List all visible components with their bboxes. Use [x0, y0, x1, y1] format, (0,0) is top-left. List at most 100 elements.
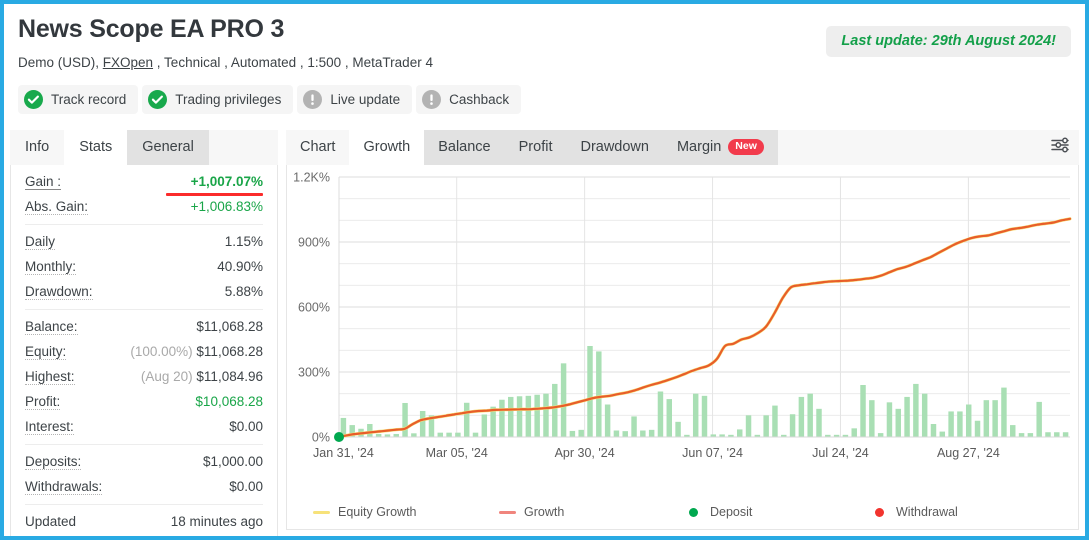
stat-row-abs-gain: Abs. Gain: +1,006.83% [25, 194, 263, 219]
legend-swatch-dot [875, 507, 884, 517]
stat-label: Drawdown: [25, 284, 93, 300]
tab-general[interactable]: General [127, 130, 209, 165]
stat-value: $0.00 [229, 479, 263, 494]
tab-info[interactable]: Info [10, 130, 64, 165]
account-details-text: , Technical , Automated , 1:500 , MetaTr… [153, 55, 433, 70]
check-circle-icon [24, 90, 43, 109]
tab-margin[interactable]: Margin New [662, 130, 778, 165]
verification-badges: Track record Trading privileges Live upd… [18, 85, 1071, 114]
stat-row-gain: Gain : +1,007.07% [25, 169, 263, 196]
stat-row-equity: Equity: (100.00%) $11,068.28 [25, 339, 263, 364]
stat-row-profit: Profit: $10,068.28 [25, 389, 263, 414]
badge-live-update[interactable]: Live update [297, 85, 413, 114]
stat-row-interest: Interest: $0.00 [25, 414, 263, 439]
tab-drawdown[interactable]: Drawdown [566, 130, 663, 165]
stat-label: Equity: [25, 344, 67, 360]
stats-panel: Info Stats General Gain : +1,007.07% Abs… [10, 130, 278, 536]
svg-text:900%: 900% [298, 236, 330, 250]
badge-label: Trading privileges [175, 92, 282, 107]
badge-trading-privileges[interactable]: Trading privileges [142, 85, 294, 114]
stat-label: Withdrawals: [25, 479, 103, 495]
stat-value: $11,068.28 [196, 319, 263, 334]
stats-tabstrip: Info Stats General [10, 130, 278, 165]
growth-chart-container: 0% 300% 600% 900% 1.2K% Jan 31, '24 Mar 05, '2… [286, 165, 1079, 530]
stat-value: $10,068.28 [195, 394, 263, 409]
chart-settings-button[interactable] [1047, 135, 1073, 161]
new-badge: New [728, 139, 764, 155]
divider [25, 444, 263, 445]
stat-value: (100.00%) $11,068.28 [130, 344, 263, 359]
page-body: Info Stats General Gain : +1,007.07% Abs… [4, 114, 1085, 536]
tab-growth[interactable]: Growth [349, 130, 425, 165]
account-overview-page: News Scope EA PRO 3 Demo (USD), FXOpen ,… [0, 0, 1089, 540]
legend-item-deposit[interactable]: Deposit [685, 505, 871, 519]
tab-chart[interactable]: Chart [286, 130, 349, 165]
stat-value-main: $11,068.28 [196, 344, 263, 359]
stat-row-daily: Daily 1.15% [25, 229, 263, 254]
exclamation-circle-icon [422, 90, 442, 109]
stat-row-withdrawals: Withdrawals: $0.00 [25, 474, 263, 499]
divider [25, 309, 263, 310]
stat-value: +1,006.83% [190, 199, 263, 214]
stat-value: 1.15% [224, 234, 263, 249]
stat-label: Daily [25, 234, 56, 250]
legend-label: Deposit [710, 505, 753, 519]
stat-label: Abs. Gain: [25, 199, 89, 215]
legend-label: Growth [524, 505, 565, 519]
badge-track-record[interactable]: Track record [18, 85, 139, 114]
legend-swatch-dot [689, 507, 698, 517]
tab-balance[interactable]: Balance [424, 130, 505, 165]
stat-value-prefix: (100.00%) [130, 344, 193, 359]
stats-content: Gain : +1,007.07% Abs. Gain: +1,006.83% … [10, 165, 278, 536]
stat-row-tracking: Tracking 24 [25, 533, 263, 536]
stat-value: 5.88% [224, 284, 263, 299]
chart-panel: Chart Growth Balance Profit Drawdown Mar… [286, 130, 1079, 530]
svg-text:300%: 300% [298, 366, 330, 380]
svg-text:Jul 24, '24: Jul 24, '24 [812, 446, 869, 460]
badge-label: Cashback [449, 92, 510, 107]
badge-label: Live update [330, 92, 401, 107]
legend-item-equity-growth[interactable]: Equity Growth [313, 505, 499, 519]
divider [25, 504, 263, 505]
legend-swatch-line [313, 510, 330, 514]
stat-row-deposits: Deposits: $1,000.00 [25, 449, 263, 474]
stat-row-highest: Highest: (Aug 20) $11,084.96 [25, 364, 263, 389]
gain-highlight-underline [166, 193, 263, 196]
divider [25, 224, 263, 225]
last-update-badge: Last update: 29th August 2024! [826, 26, 1071, 57]
stat-value-prefix: (Aug 20) [140, 369, 193, 384]
stat-value: $1,000.00 [202, 454, 263, 469]
svg-text:Aug 27, '24: Aug 27, '24 [937, 446, 1000, 460]
stat-value: +1,007.07% [190, 174, 263, 189]
stat-row-updated: Updated 18 minutes ago [25, 509, 263, 533]
chart-legend: Equity Growth Growth Deposit Withdrawal [287, 505, 1078, 519]
svg-text:Jun 07, '24: Jun 07, '24 [682, 446, 743, 460]
svg-text:1.2K%: 1.2K% [293, 171, 330, 185]
stat-label: Interest: [25, 419, 74, 435]
stat-value: (Aug 20) $11,084.96 [141, 369, 263, 384]
stat-row-balance: Balance: $11,068.28 [25, 314, 263, 339]
tab-stats[interactable]: Stats [64, 130, 128, 165]
stat-value: $0.00 [229, 419, 263, 434]
stat-label: Gain : [25, 174, 62, 190]
broker-link[interactable]: FXOpen [103, 55, 153, 70]
legend-item-growth[interactable]: Growth [499, 505, 685, 519]
stat-label: Balance: [25, 319, 78, 335]
tab-profit[interactable]: Profit [504, 130, 567, 165]
badge-cashback[interactable]: Cashback [416, 85, 522, 114]
stat-label: Highest: [25, 369, 75, 385]
stat-value-main: $11,084.96 [196, 369, 263, 384]
legend-swatch-line [499, 510, 516, 514]
chart-tabstrip: Chart Growth Balance Profit Drawdown Mar… [286, 130, 1079, 165]
growth-chart[interactable]: 0% 300% 600% 900% 1.2K% Jan 31, '24 Mar 05, '2… [287, 165, 1088, 485]
stat-row-monthly: Monthly: 40.90% [25, 254, 263, 279]
stat-label: Monthly: [25, 259, 77, 275]
svg-text:600%: 600% [298, 301, 330, 315]
badge-label: Track record [51, 92, 127, 107]
stat-row-drawdown: Drawdown: 5.88% [25, 279, 263, 304]
svg-text:Jan 31, '24: Jan 31, '24 [313, 446, 374, 460]
tab-margin-label: Margin [676, 139, 722, 155]
legend-item-withdrawal[interactable]: Withdrawal [871, 505, 1057, 519]
exclamation-circle-icon [303, 90, 323, 109]
legend-label: Withdrawal [896, 505, 958, 519]
